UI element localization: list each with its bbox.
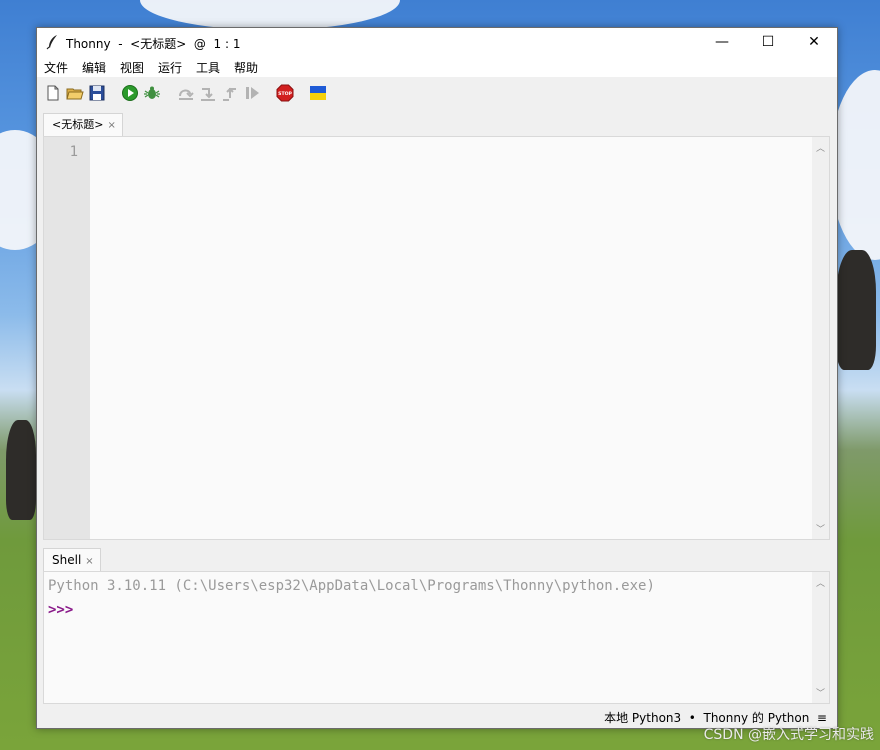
title-bar[interactable]: Thonny - <无标题> @ 1 : 1 — ☐ ✕ xyxy=(37,28,837,57)
line-number: 1 xyxy=(69,144,78,160)
thonny-feather-icon xyxy=(46,35,57,50)
background-rock xyxy=(6,420,36,520)
scroll-down-arrow-icon[interactable]: ﹀ xyxy=(816,686,825,699)
resume-icon xyxy=(246,87,259,99)
shell-scrollbar[interactable]: ︿ ﹀ xyxy=(812,572,829,703)
menu-tools[interactable]: 工具 xyxy=(196,59,220,76)
menu-run[interactable]: 运行 xyxy=(158,59,182,76)
window-title: Thonny - <无标题> @ 1 : 1 xyxy=(66,37,241,51)
stop-icon-label: STOP xyxy=(278,91,292,97)
scroll-up-arrow-icon[interactable]: ︿ xyxy=(816,141,825,154)
tab-label: Shell xyxy=(52,553,82,567)
step-into-icon xyxy=(201,88,215,101)
background-rock xyxy=(836,250,876,370)
scroll-up-arrow-icon[interactable]: ︿ xyxy=(816,576,825,589)
watermark: CSDN @嵌入式学习和实践 xyxy=(703,727,874,743)
menu-edit[interactable]: 编辑 xyxy=(82,59,106,76)
scroll-down-arrow-icon[interactable]: ﹀ xyxy=(816,522,825,535)
maximize-button[interactable]: ☐ xyxy=(745,28,791,57)
menu-bar: 文件 编辑 视图 运行 工具 帮助 xyxy=(37,57,837,77)
background-cloud xyxy=(140,0,400,30)
stop-icon[interactable]: STOP xyxy=(276,84,294,102)
thonny-window: Thonny - <无标题> @ 1 : 1 — ☐ ✕ 文件 编辑 视图 运行… xyxy=(36,27,838,729)
ukraine-flag-icon[interactable] xyxy=(309,84,327,102)
open-file-icon[interactable] xyxy=(66,84,84,102)
shell-prompt: >>> xyxy=(48,602,74,618)
tab-label: <无标题> xyxy=(52,118,104,131)
toolbar: STOP xyxy=(37,77,837,111)
debug-icon[interactable] xyxy=(143,84,161,102)
shell-banner: Python 3.10.11 (C:\Users\esp32\AppData\L… xyxy=(48,578,655,594)
tab-close-icon[interactable]: × xyxy=(107,120,115,131)
tab-close-icon[interactable]: × xyxy=(85,556,93,567)
minimize-button[interactable]: — xyxy=(699,28,745,57)
menu-file[interactable]: 文件 xyxy=(44,59,68,76)
tab-shell[interactable]: Shell × xyxy=(43,548,101,571)
close-button[interactable]: ✕ xyxy=(791,28,837,57)
step-over-icon xyxy=(179,89,194,100)
menu-view[interactable]: 视图 xyxy=(120,59,144,76)
line-number-gutter: 1 xyxy=(44,137,90,539)
tab-untitled[interactable]: <无标题> × xyxy=(43,113,123,136)
step-out-icon xyxy=(223,87,236,101)
code-editor[interactable]: 1 ︿ ﹀ xyxy=(43,136,830,540)
editor-scrollbar[interactable]: ︿ ﹀ xyxy=(812,137,829,539)
run-icon[interactable] xyxy=(121,84,139,102)
new-file-icon[interactable] xyxy=(44,84,62,102)
python-shell[interactable]: Python 3.10.11 (C:\Users\esp32\AppData\L… xyxy=(43,571,830,704)
menu-help[interactable]: 帮助 xyxy=(234,59,258,76)
save-icon[interactable] xyxy=(88,84,106,102)
